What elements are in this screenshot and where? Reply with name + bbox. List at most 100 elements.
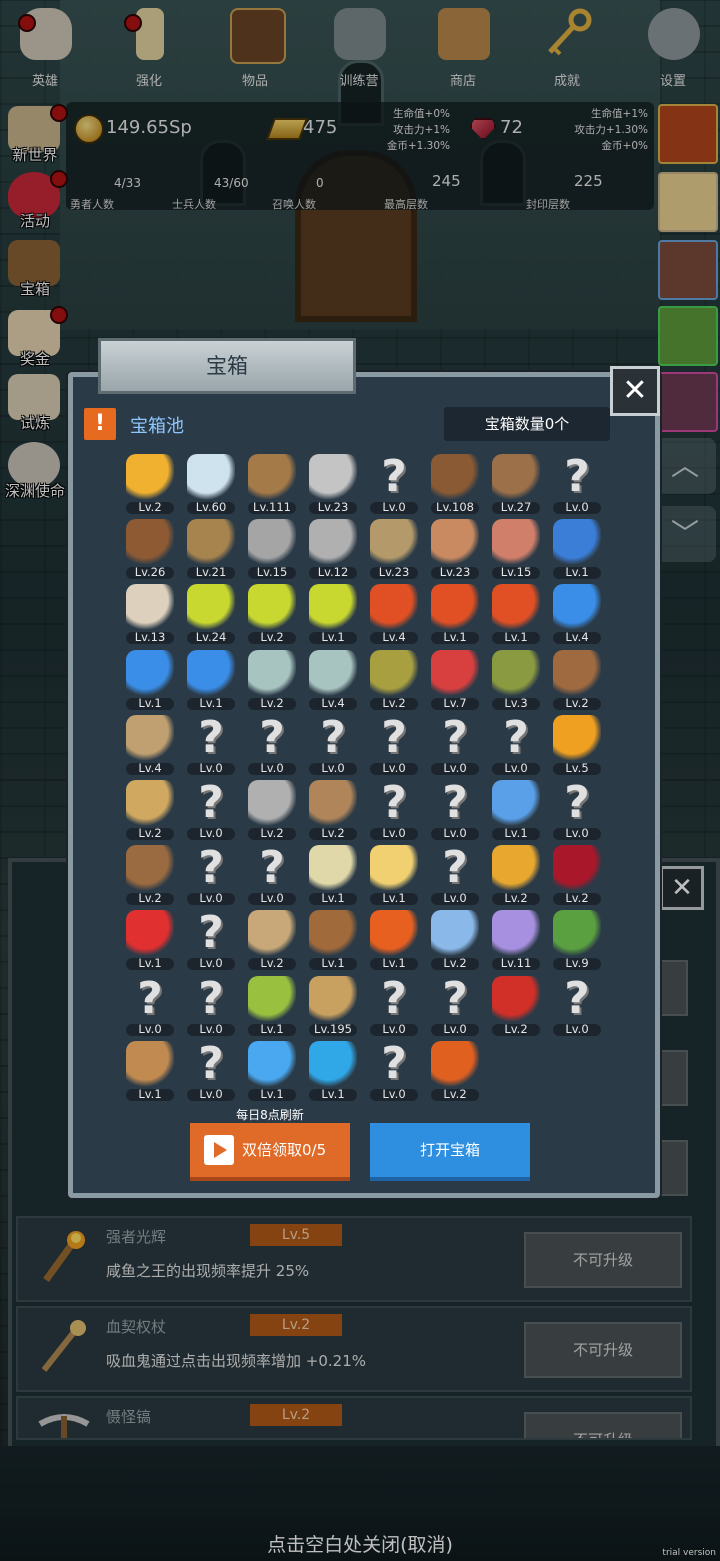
item-cell[interactable]: Lv.2 [425,1039,485,1103]
unknown-icon: ? [442,842,468,894]
item-cell[interactable]: Lv.111 [242,452,302,516]
double-claim-button[interactable]: 双倍领取0/5 [190,1123,350,1181]
alert-icon: ! [84,408,116,440]
item-cell[interactable]: ? Lv.0 [364,452,424,516]
pickaxe-icon [248,780,296,826]
item-cell[interactable]: Lv.195 [303,974,363,1038]
item-cell[interactable]: ? Lv.0 [181,713,241,777]
item-cell[interactable]: Lv.2 [547,843,607,907]
item-cell[interactable]: ? Lv.0 [242,843,302,907]
item-cell[interactable]: Lv.108 [425,452,485,516]
video-play-icon [204,1135,234,1165]
item-cell[interactable]: ? Lv.0 [181,908,241,972]
item-cell[interactable]: Lv.1 [303,582,363,646]
item-level: Lv.4 [321,695,345,710]
item-cell[interactable]: Lv.1 [242,974,302,1038]
item-cell[interactable]: ? Lv.0 [425,778,485,842]
item-cell[interactable]: Lv.1 [486,778,546,842]
item-cell[interactable]: Lv.26 [120,517,180,581]
item-cell[interactable]: Lv.2 [242,582,302,646]
item-cell[interactable]: Lv.2 [364,648,424,712]
item-cell[interactable]: Lv.1 [486,582,546,646]
eyes-crest-icon [492,910,540,957]
item-cell[interactable]: Lv.21 [181,517,241,581]
item-cell[interactable]: ? Lv.0 [181,974,241,1038]
item-cell[interactable]: Lv.1 [181,648,241,712]
unknown-icon: ? [442,711,468,763]
item-cell[interactable]: Lv.2 [120,452,180,516]
item-cell[interactable]: Lv.1 [364,908,424,972]
item-level: Lv.0 [260,891,284,906]
item-cell[interactable]: Lv.9 [547,908,607,972]
item-cell[interactable]: Lv.2 [486,843,546,907]
item-cell[interactable]: ? Lv.0 [181,778,241,842]
item-cell[interactable]: Lv.2 [242,648,302,712]
item-cell[interactable]: Lv.7 [425,648,485,712]
item-level: Lv.2 [321,826,345,840]
item-cell[interactable]: Lv.2 [242,778,302,842]
item-cell[interactable]: Lv.4 [547,582,607,646]
item-cell[interactable]: ? Lv.0 [547,452,607,516]
item-cell[interactable]: Lv.1 [425,582,485,646]
item-cell[interactable]: Lv.1 [303,843,363,907]
item-cell[interactable]: ? Lv.0 [486,713,546,777]
item-level: Lv.1 [260,1086,284,1101]
item-cell[interactable]: Lv.2 [242,908,302,972]
item-cell[interactable]: Lv.12 [303,517,363,581]
item-cell[interactable]: Lv.1 [547,517,607,581]
item-cell[interactable]: ? Lv.0 [425,713,485,777]
item-cell[interactable]: Lv.2 [120,778,180,842]
item-cell[interactable]: Lv.23 [364,517,424,581]
unknown-icon: ? [198,972,224,1024]
item-level: Lv.111 [253,500,291,514]
item-cell[interactable]: Lv.23 [303,452,363,516]
item-cell[interactable]: Lv.1 [303,1039,363,1103]
item-cell[interactable]: ? Lv.0 [364,974,424,1038]
item-cell[interactable]: Lv.15 [486,517,546,581]
double-claim-label: 双倍领取0/5 [242,1141,327,1159]
bow-icon [248,910,296,957]
item-cell[interactable]: Lv.23 [425,517,485,581]
item-cell[interactable]: ? Lv.0 [364,1039,424,1103]
item-cell[interactable]: Lv.5 [547,713,607,777]
item-cell[interactable]: ? Lv.0 [425,974,485,1038]
item-cell[interactable]: Lv.2 [547,648,607,712]
item-cell[interactable]: Lv.4 [120,713,180,777]
item-cell[interactable]: ? Lv.0 [364,713,424,777]
item-cell[interactable]: Lv.15 [242,517,302,581]
leather-helmet-icon [126,519,174,566]
item-cell[interactable]: ? Lv.0 [120,974,180,1038]
open-chest-button[interactable]: 打开宝箱 [370,1123,530,1181]
item-cell[interactable]: Lv.11 [486,908,546,972]
item-level: Lv.60 [195,500,227,514]
modal-title: 宝箱 [98,338,356,394]
item-cell[interactable]: Lv.1 [120,908,180,972]
item-cell[interactable]: ? Lv.0 [303,713,363,777]
item-cell[interactable]: Lv.4 [303,648,363,712]
item-level: Lv.0 [443,826,467,840]
item-cell[interactable]: Lv.3 [486,648,546,712]
item-cell[interactable]: ? Lv.0 [547,974,607,1038]
item-cell[interactable]: Lv.1 [364,843,424,907]
item-cell[interactable]: Lv.13 [120,582,180,646]
item-cell[interactable]: ? Lv.0 [181,843,241,907]
item-cell[interactable]: Lv.2 [120,843,180,907]
item-cell[interactable]: Lv.2 [486,974,546,1038]
item-cell[interactable]: Lv.27 [486,452,546,516]
item-cell[interactable]: ? Lv.0 [181,1039,241,1103]
item-cell[interactable]: Lv.1 [242,1039,302,1103]
item-level: Lv.11 [500,956,532,971]
item-cell[interactable]: ? Lv.0 [242,713,302,777]
item-cell[interactable]: Lv.1 [303,908,363,972]
item-cell[interactable]: Lv.1 [120,648,180,712]
item-cell[interactable]: Lv.2 [425,908,485,972]
item-cell[interactable]: Lv.2 [303,778,363,842]
item-cell[interactable]: ? Lv.0 [547,778,607,842]
item-cell[interactable]: Lv.60 [181,452,241,516]
close-icon[interactable]: ✕ [610,366,660,416]
item-cell[interactable]: Lv.1 [120,1039,180,1103]
item-cell[interactable]: ? Lv.0 [364,778,424,842]
item-cell[interactable]: Lv.24 [181,582,241,646]
item-cell[interactable]: Lv.4 [364,582,424,646]
item-cell[interactable]: ? Lv.0 [425,843,485,907]
